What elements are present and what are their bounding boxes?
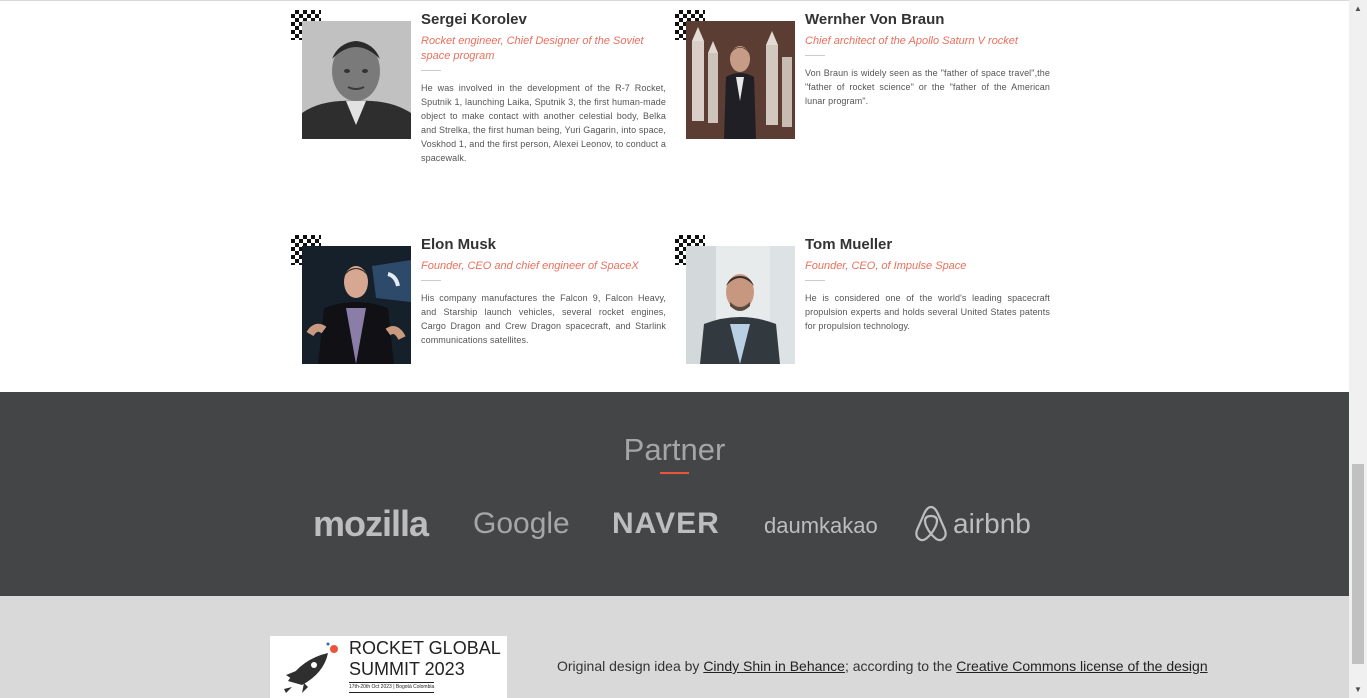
speaker-bio: He was involved in the development of th… [421,83,666,163]
speaker-info: Sergei Korolev Rocket engineer, Chief De… [421,10,666,165]
creative-commons-link[interactable]: Creative Commons license of the design [956,658,1207,674]
partner-logo-google[interactable]: Google [473,502,570,546]
speaker-photo [302,21,411,139]
portrait-musk-image [302,246,411,364]
portrait-korolev-image [302,21,411,139]
footer-logo-line2: SUMMIT 2023 [349,659,465,679]
credit-prefix: Original design idea by [557,658,704,674]
airbnb-icon [915,505,947,542]
partner-logo-daumkakao[interactable]: daumkakao [764,504,878,548]
partner-logo-naver[interactable]: NAVER [612,502,720,546]
scroll-up-arrow-icon[interactable]: ▲ [1349,0,1367,17]
credit-middle: ; according to the [844,658,957,674]
speaker-name: Elon Musk [421,236,497,253]
partner-section: Partner mozilla Google NAVER daumkakao a… [0,392,1349,596]
speaker-info: Elon Musk Founder, CEO and chief enginee… [421,235,666,347]
speaker-card-mueller: Tom Mueller Founder, CEO, of Impulse Spa… [675,235,1050,395]
vertical-scrollbar[interactable]: ▲ ▼ [1349,0,1367,698]
footer-logo-line3: 17th-20th Oct 2023 | Bogotá Colombia [349,682,435,693]
partner-title-underline [660,472,689,474]
portrait-von-braun-image [686,21,795,139]
speaker-card-korolev: Sergei Korolev Rocket engineer, Chief De… [291,10,666,170]
footer-summit-logo[interactable]: ROCKET GLOBAL SUMMIT 2023 17th-20th Oct … [270,636,507,698]
portrait-mueller-image [686,246,795,364]
speaker-photo [302,246,411,364]
speaker-photo [686,246,795,364]
rocket-icon [284,642,338,693]
top-border [0,0,1349,1]
speaker-divider [805,280,825,281]
footer-credit: Original design idea by Cindy Shin in Be… [557,657,1208,675]
partner-title: Partner [623,432,726,467]
partner-logo-mozilla[interactable]: mozilla [313,502,429,546]
airbnb-logo-text: airbnb [953,508,1031,539]
footer-logo-line1: ROCKET GLOBAL [349,638,501,658]
speaker-info: Tom Mueller Founder, CEO, of Impulse Spa… [805,235,1050,333]
scrollbar-thumb[interactable] [1352,464,1364,664]
speaker-divider [421,70,441,71]
footer: ROCKET GLOBAL SUMMIT 2023 17th-20th Oct … [0,596,1349,698]
scroll-down-arrow-icon[interactable]: ▼ [1349,681,1367,698]
speaker-bio: His company manufactures the Falcon 9, F… [421,293,666,345]
partner-logo-airbnb[interactable]: airbnb [913,502,1031,546]
speaker-divider [421,280,441,281]
speaker-name: Sergei Korolev [421,11,527,28]
speaker-bio: Von Braun is widely seen as the "father … [805,68,1050,106]
speaker-info: Wernher Von Braun Chief architect of the… [805,10,1050,108]
speaker-role: Founder, CEO, of Impulse Space [805,260,967,272]
speaker-bio: He is considered one of the world's lead… [805,293,1050,331]
speaker-photo [686,21,795,139]
speaker-card-musk: Elon Musk Founder, CEO and chief enginee… [291,235,666,395]
speaker-divider [805,55,825,56]
speaker-role: Rocket engineer, Chief Designer of the S… [421,35,644,62]
speaker-card-von-braun: Wernher Von Braun Chief architect of the… [675,10,1050,170]
speaker-name: Tom Mueller [805,236,893,253]
speaker-name: Wernher Von Braun [805,11,945,28]
speaker-role: Chief architect of the Apollo Saturn V r… [805,35,1018,47]
speaker-role: Founder, CEO and chief engineer of Space… [421,260,639,272]
behance-link[interactable]: Cindy Shin in Behance [703,658,845,674]
